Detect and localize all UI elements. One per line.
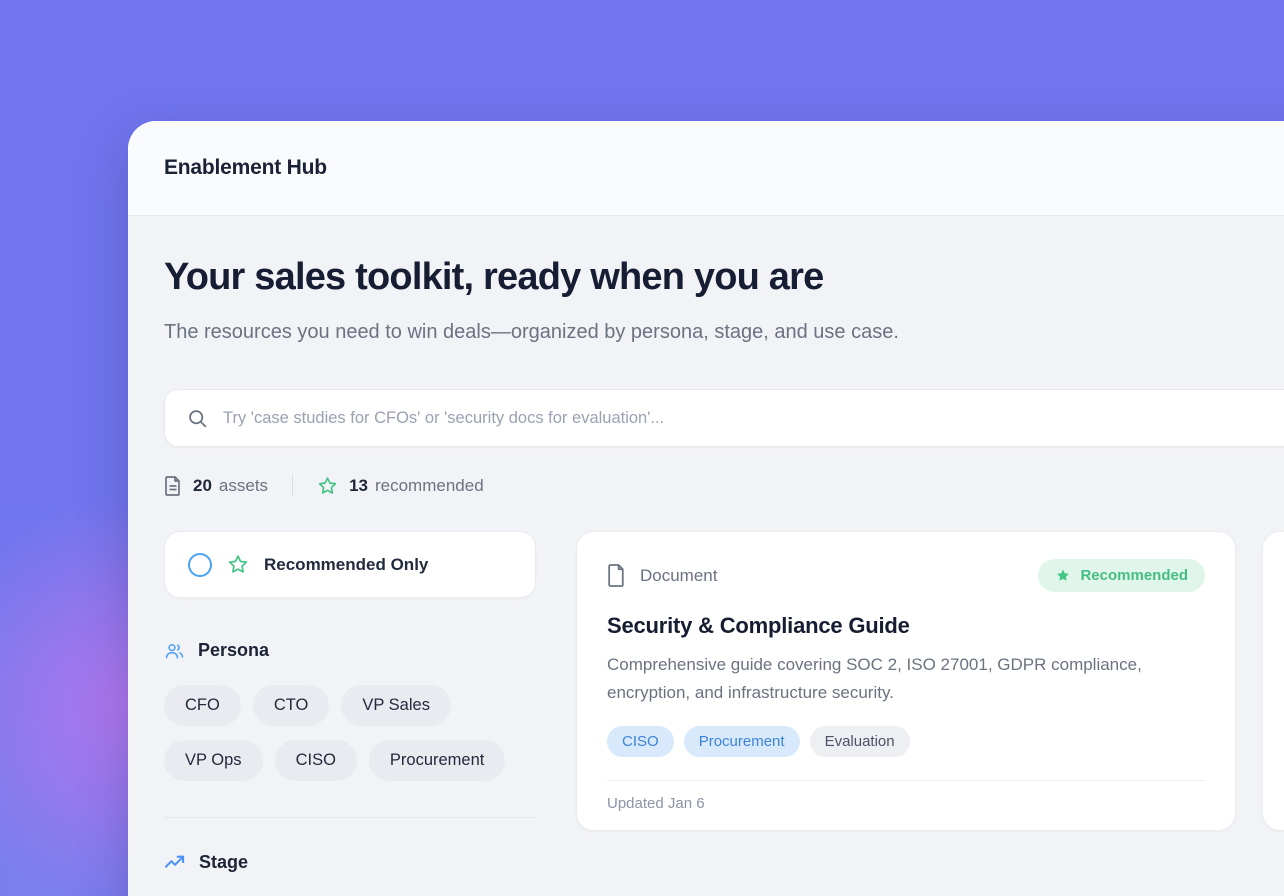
persona-chip[interactable]: Procurement: [369, 740, 505, 781]
card-title[interactable]: Security & Compliance Guide: [607, 613, 1205, 639]
persona-chip[interactable]: CTO: [253, 685, 330, 726]
card-description: Comprehensive guide covering SOC 2, ISO …: [607, 651, 1197, 707]
page-subtitle: The resources you need to win deals—orga…: [164, 315, 1009, 349]
assets-label: assets: [219, 476, 268, 496]
recommended-badge: Recommended: [1038, 559, 1205, 592]
persona-chip[interactable]: VP Ops: [164, 740, 263, 781]
card-type-label: Document: [640, 566, 717, 586]
card-footer: Updated Jan 6: [607, 780, 1205, 812]
enablement-hub-window: Enablement Hub Your sales toolkit, ready…: [128, 121, 1284, 896]
search-bar[interactable]: [164, 389, 1284, 447]
card-tag[interactable]: Evaluation: [810, 726, 910, 757]
file-icon: [607, 564, 626, 587]
stats-divider: [292, 475, 293, 497]
card-updated-text: Updated Jan 6: [607, 795, 705, 812]
asset-card-list: Document Recommended: [576, 531, 1284, 831]
persona-section-header: Persona: [164, 640, 536, 661]
trending-up-icon: [164, 854, 186, 872]
window-header: Enablement Hub: [128, 121, 1284, 216]
persona-section-label: Persona: [198, 640, 269, 661]
recommended-label: recommended: [375, 476, 484, 496]
card-tag[interactable]: CISO: [607, 726, 674, 757]
app-background: Enablement Hub Your sales toolkit, ready…: [0, 0, 1284, 896]
recommended-count-stat: 13 recommended: [317, 476, 484, 496]
filter-sidebar: Recommended Only Persona CFO CTO VP Sales V…: [164, 531, 536, 873]
sidebar-divider: [164, 817, 536, 818]
content-row: Recommended Only Persona CFO CTO VP Sales V…: [164, 531, 1284, 873]
recommended-only-label: Recommended Only: [264, 555, 428, 575]
page-title: Your sales toolkit, ready when you are: [164, 256, 1284, 299]
asset-card[interactable]: Document Recommended: [576, 531, 1236, 831]
star-filled-icon: [1055, 568, 1071, 583]
card-tag-list: CISO Procurement Evaluation: [607, 726, 1205, 757]
persona-chip[interactable]: VP Sales: [341, 685, 451, 726]
star-outline-icon: [227, 554, 249, 575]
recommended-badge-label: Recommended: [1080, 567, 1188, 584]
card-top-row: Document Recommended: [607, 559, 1205, 592]
asset-card-partial[interactable]: [1262, 531, 1284, 831]
recommended-only-toggle[interactable]: Recommended Only: [164, 531, 536, 598]
assets-count-stat: 20 assets: [164, 476, 268, 496]
stage-section-header: Stage: [164, 852, 536, 873]
search-icon: [187, 408, 208, 429]
stats-row: 20 assets 13 recommended: [164, 475, 1284, 497]
card-tag[interactable]: Procurement: [684, 726, 800, 757]
card-type: Document: [607, 564, 717, 587]
assets-count: 20: [193, 476, 212, 496]
persona-chip[interactable]: CFO: [164, 685, 241, 726]
star-outline-icon: [317, 476, 338, 496]
app-title: Enablement Hub: [164, 156, 327, 180]
persona-chip-list: CFO CTO VP Sales VP Ops CISO Procurement: [164, 685, 536, 781]
stage-section-label: Stage: [199, 852, 248, 873]
users-icon: [164, 641, 185, 661]
document-icon: [164, 476, 182, 496]
window-body: Your sales toolkit, ready when you are T…: [128, 216, 1284, 873]
search-input[interactable]: [223, 409, 1284, 428]
radio-circle-icon[interactable]: [188, 553, 212, 577]
recommended-count: 13: [349, 476, 368, 496]
persona-chip[interactable]: CISO: [275, 740, 357, 781]
